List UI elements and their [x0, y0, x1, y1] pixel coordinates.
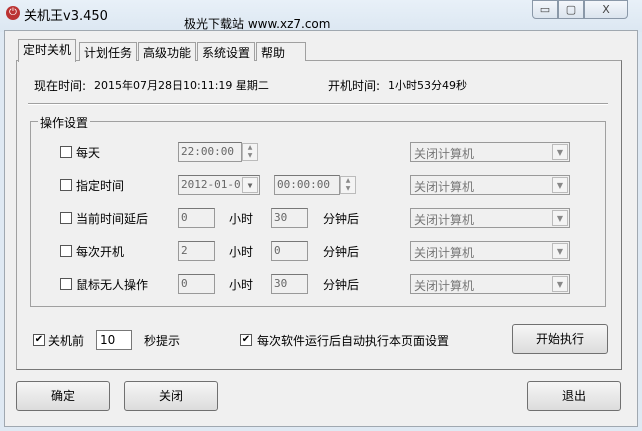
auto-run-label: 每次软件运行后自动执行本页面设置 [257, 334, 450, 348]
tab-settings[interactable]: 系统设置 [197, 42, 256, 61]
daily-checkbox[interactable] [60, 146, 72, 158]
tab-scheduled-tasks[interactable]: 计划任务 [79, 42, 138, 61]
delay-minutes-input[interactable]: 30 [271, 208, 308, 228]
chevron-down-icon: ▼ [242, 177, 258, 193]
prompt-label: 关机前 [48, 334, 85, 348]
daily-action-select[interactable]: 关闭计算机 ▼ [410, 142, 570, 162]
specific-date-picker[interactable]: 2012-01-01 ▼ [178, 175, 260, 195]
prompt-checkbox[interactable]: ✔ [33, 334, 45, 346]
daily-time-spinner[interactable]: ▲ ▼ [242, 143, 258, 161]
daily-action-value: 关闭计算机 [414, 147, 475, 161]
window-title: 关机王v3.450 [24, 9, 108, 24]
chevron-down-icon: ▼ [552, 276, 568, 292]
tab-advanced[interactable]: 高级功能 [138, 42, 197, 61]
mouse-idle-checkbox[interactable] [60, 278, 72, 290]
delay-label: 当前时间延后 [76, 212, 149, 226]
mouse-idle-label: 鼠标无人操作 [76, 278, 149, 292]
start-button[interactable]: 开始执行 [512, 324, 608, 354]
chevron-down-icon: ▼ [552, 210, 568, 226]
specific-date-value: 2012-01-01 [181, 178, 248, 191]
daily-label: 每天 [76, 146, 101, 160]
mouse-idle-action-value: 关闭计算机 [414, 279, 475, 293]
current-time-value: 2015年07月28日10:11:19 星期二 [94, 79, 269, 92]
specific-time-spinner[interactable]: ▲ ▼ [340, 176, 356, 194]
mouse-idle-minutes-input[interactable]: 30 [271, 274, 308, 294]
auto-run-checkbox[interactable]: ✔ [240, 334, 252, 346]
prompt-suffix: 秒提示 [144, 334, 181, 348]
chevron-down-icon: ▼ [552, 177, 568, 193]
prompt-seconds-input[interactable]: 10 [96, 330, 132, 350]
specific-time-input[interactable]: 00:00:00 [274, 175, 340, 195]
each-boot-action-select[interactable]: 关闭计算机 ▼ [410, 241, 570, 261]
delay-hours-input[interactable]: 0 [178, 208, 215, 228]
each-boot-hours-input[interactable]: 2 [178, 241, 215, 261]
tab-help[interactable]: 帮助 [256, 42, 306, 61]
minutes-unit: 分钟后 [323, 245, 360, 259]
close-button[interactable]: 关闭 [124, 381, 218, 411]
minimize-button[interactable]: ▭ [532, 0, 558, 19]
hours-unit: 小时 [229, 278, 254, 292]
power-icon: ⏻ [6, 6, 20, 20]
specific-time-label: 指定时间 [76, 179, 125, 193]
each-boot-label: 每次开机 [76, 245, 125, 259]
delay-action-value: 关闭计算机 [414, 213, 475, 227]
delay-checkbox[interactable] [60, 212, 72, 224]
ok-button[interactable]: 确定 [16, 381, 110, 411]
specific-action-value: 关闭计算机 [414, 180, 475, 194]
tab-timed-shutdown[interactable]: 定时关机 [18, 39, 77, 62]
mouse-idle-hours-input[interactable]: 0 [178, 274, 215, 294]
chevron-down-icon: ▼ [552, 243, 568, 259]
hours-unit: 小时 [229, 245, 254, 259]
chevron-down-icon: ▼ [552, 144, 568, 160]
group-label: 操作设置 [38, 114, 91, 131]
minutes-unit: 分钟后 [323, 212, 360, 226]
maximize-button[interactable]: ▢ [558, 0, 584, 19]
daily-time-input[interactable]: 22:00:00 [178, 142, 242, 162]
each-boot-minutes-input[interactable]: 0 [271, 241, 308, 261]
each-boot-checkbox[interactable] [60, 245, 72, 257]
each-boot-action-value: 关闭计算机 [414, 246, 475, 260]
current-time-label: 现在时间: [34, 79, 87, 93]
hours-unit: 小时 [229, 212, 254, 226]
uptime-label: 开机时间: [328, 79, 381, 93]
minutes-unit: 分钟后 [323, 278, 360, 292]
specific-time-checkbox[interactable] [60, 179, 72, 191]
exit-button[interactable]: 退出 [527, 381, 621, 411]
uptime-value: 1小时53分49秒 [388, 79, 467, 92]
delay-action-select[interactable]: 关闭计算机 ▼ [410, 208, 570, 228]
close-window-button[interactable]: X [584, 0, 628, 19]
divider [28, 103, 608, 105]
mouse-idle-action-select[interactable]: 关闭计算机 ▼ [410, 274, 570, 294]
specific-action-select[interactable]: 关闭计算机 ▼ [410, 175, 570, 195]
